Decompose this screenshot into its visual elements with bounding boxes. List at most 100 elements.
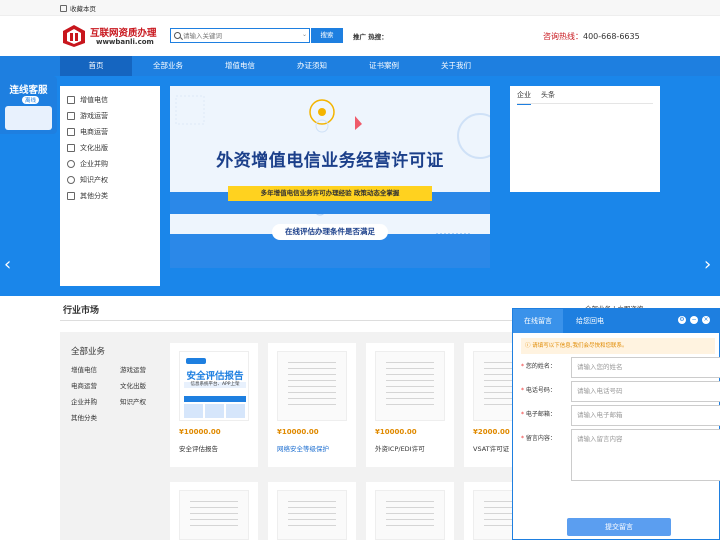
close-icon[interactable]: × — [702, 316, 710, 324]
sidebar-item-mergers[interactable]: 企业并购 — [60, 156, 160, 172]
all-services-item[interactable]: 其他分类 — [71, 412, 97, 422]
favorite-label: 收藏本页 — [70, 5, 96, 13]
nav-item-about[interactable]: 关于我们 — [420, 56, 492, 76]
product-image — [375, 490, 445, 540]
logo-title: 互联网资质办理 — [90, 28, 157, 39]
product-card[interactable] — [268, 482, 356, 540]
product-price: ¥10000.00 — [375, 428, 417, 436]
sidebar-item-ip[interactable]: 知识产权 — [60, 172, 160, 188]
nav-item-telecom[interactable]: 增值电信 — [204, 56, 276, 76]
grid-icon — [67, 192, 75, 200]
sidebar-item-telecom[interactable]: 增值电信 — [60, 92, 160, 108]
product-price: ¥2000.00 — [473, 428, 510, 436]
all-services-title: 全部业务 — [71, 347, 106, 357]
report-logo-icon — [186, 358, 206, 364]
favorite-link[interactable]: 收藏本页 — [60, 3, 96, 13]
nav-item-guide[interactable]: 办证须知 — [276, 56, 348, 76]
tab-online-message[interactable]: 在线留言 — [513, 309, 563, 333]
hotline-number: 400-668-6635 — [583, 32, 640, 41]
banner-title: 外资增值电信业务经营许可证 — [216, 151, 444, 171]
agent-avatar-icon — [5, 106, 52, 130]
message-textarea[interactable]: 请输入留言内容 — [571, 429, 720, 481]
cart-icon — [67, 128, 75, 136]
nav-item-all-services[interactable]: 全部业务 — [132, 56, 204, 76]
report-grid — [184, 404, 246, 418]
category-sidebar: 增值电信 游戏运营 电商运营 文化出版 企业并购 知识产权 其他分类 — [60, 86, 160, 286]
settings-icon[interactable]: ⚙ — [678, 316, 686, 324]
banner-evaluate-button[interactable]: 在线评估办理条件是否满足 — [272, 224, 388, 240]
hotline-label: 咨询热线： — [543, 32, 583, 41]
bookmark-icon — [60, 4, 67, 12]
site-logo[interactable]: 互联网资质办理 wwwbanli.com — [62, 22, 162, 50]
sidebar-item-label: 其他分类 — [80, 192, 108, 200]
sidebar-item-other[interactable]: 其他分类 — [60, 188, 160, 204]
product-name[interactable]: VSAT许可证 — [473, 443, 509, 453]
product-image — [277, 490, 347, 540]
minimize-icon[interactable]: − — [690, 316, 698, 324]
product-card[interactable]: ¥10000.00 网络安全等级保护 — [268, 343, 356, 467]
product-image — [179, 490, 249, 540]
top-bar: 收藏本页 — [0, 0, 720, 16]
sidebar-item-games[interactable]: 游戏运营 — [60, 108, 160, 124]
certificate-image — [288, 362, 336, 410]
banner-subtitle: 多年增值电信业务许可办理经验 政策动态全掌握 — [228, 186, 432, 201]
email-field[interactable]: 请输入电子邮箱 — [571, 405, 720, 426]
all-services-item[interactable]: 企业并购 — [71, 396, 97, 406]
live-chat-status: 离线 — [22, 96, 40, 104]
product-name[interactable]: 外资ICP/EDI许可 — [375, 443, 425, 453]
all-services-item[interactable]: 电商运营 — [71, 380, 97, 390]
report-title: 安全评估报告 — [186, 371, 244, 382]
product-card[interactable] — [170, 482, 258, 540]
search-icon — [174, 32, 181, 39]
logo-mark-icon — [63, 25, 85, 47]
product-image — [375, 351, 445, 421]
product-card[interactable] — [366, 482, 454, 540]
main-nav: 首页 全部业务 增值电信 办证须知 证书案例 关于我们 — [0, 56, 720, 76]
product-card[interactable]: ¥10000.00 外资ICP/EDI许可 — [366, 343, 454, 467]
nav-item-cases[interactable]: 证书案例 — [348, 56, 420, 76]
live-chat-float[interactable]: 连线客服 离线 — [0, 76, 57, 134]
notice-text: 请填写以下信息,我们会尽快和您联系。 — [532, 343, 628, 349]
all-services-item[interactable]: 游戏运营 — [120, 364, 146, 374]
product-image: 安全评估报告 信息系统平台、APP上架 — [179, 351, 249, 421]
all-services-item[interactable]: 增值电信 — [71, 364, 97, 374]
all-services-item[interactable]: 文化出版 — [120, 380, 146, 390]
product-name[interactable]: 安全评估报告 — [179, 443, 218, 453]
live-chat-title: 连线客服 — [9, 85, 48, 96]
hero-banner[interactable]: 外资增值电信业务经营许可证 多年增值电信业务许可办理经验 政策动态全掌握 在线评… — [170, 86, 490, 268]
submit-message-button[interactable]: 提交留言 — [567, 518, 671, 536]
carousel-prev-icon[interactable]: ‹ — [4, 255, 14, 275]
sidebar-item-ecommerce[interactable]: 电商运营 — [60, 124, 160, 140]
sidebar-item-label: 增值电信 — [80, 96, 108, 104]
market-title: 行业市场 — [63, 306, 100, 316]
carousel-next-icon[interactable]: › — [704, 255, 714, 275]
sidebar-item-label: 游戏运营 — [80, 112, 108, 120]
nav-item-home[interactable]: 首页 — [60, 56, 132, 76]
gamepad-icon — [67, 112, 75, 120]
sidebar-item-label: 知识产权 — [80, 176, 108, 184]
certificate-image — [386, 362, 434, 410]
product-name[interactable]: 网络安全等级保护 — [277, 443, 329, 453]
hotline: 咨询热线：400-668-6635 — [543, 31, 640, 42]
sidebar-item-publishing[interactable]: 文化出版 — [60, 140, 160, 156]
logo-url: wwwbanli.com — [96, 38, 154, 46]
news-panel: 企业 头条 — [510, 86, 660, 192]
tab-callback[interactable]: 给您回电 — [563, 309, 617, 333]
search-input[interactable] — [183, 30, 295, 41]
product-card[interactable]: 安全评估报告 信息系统平台、APP上架 ¥10000.00 安全评估报告 — [170, 343, 258, 467]
name-field[interactable]: 请输入您的姓名 — [571, 357, 720, 378]
phone-field[interactable]: 请输入电话号码 — [571, 381, 720, 402]
report-subtitle: 信息系统平台、APP上架 — [184, 382, 246, 388]
message-panel: 在线留言 给您回电 ⚙ − × ⓘ 请填写以下信息,我们会尽快和您联系。 * 您… — [512, 308, 720, 540]
certificate-image — [288, 501, 336, 529]
product-image — [277, 351, 347, 421]
search-button[interactable]: 搜索 — [311, 28, 343, 43]
name-label: 您的姓名： — [525, 363, 556, 370]
chevron-down-icon[interactable]: ⌄ — [302, 31, 307, 38]
search-box[interactable]: ⌄ — [170, 28, 310, 43]
message-panel-header: 在线留言 给您回电 ⚙ − × — [513, 309, 719, 333]
divider — [517, 103, 653, 104]
form-notice: ⓘ 请填写以下信息,我们会尽快和您联系。 — [521, 338, 715, 354]
certificate-image — [190, 501, 238, 529]
all-services-item[interactable]: 知识产权 — [120, 396, 146, 406]
